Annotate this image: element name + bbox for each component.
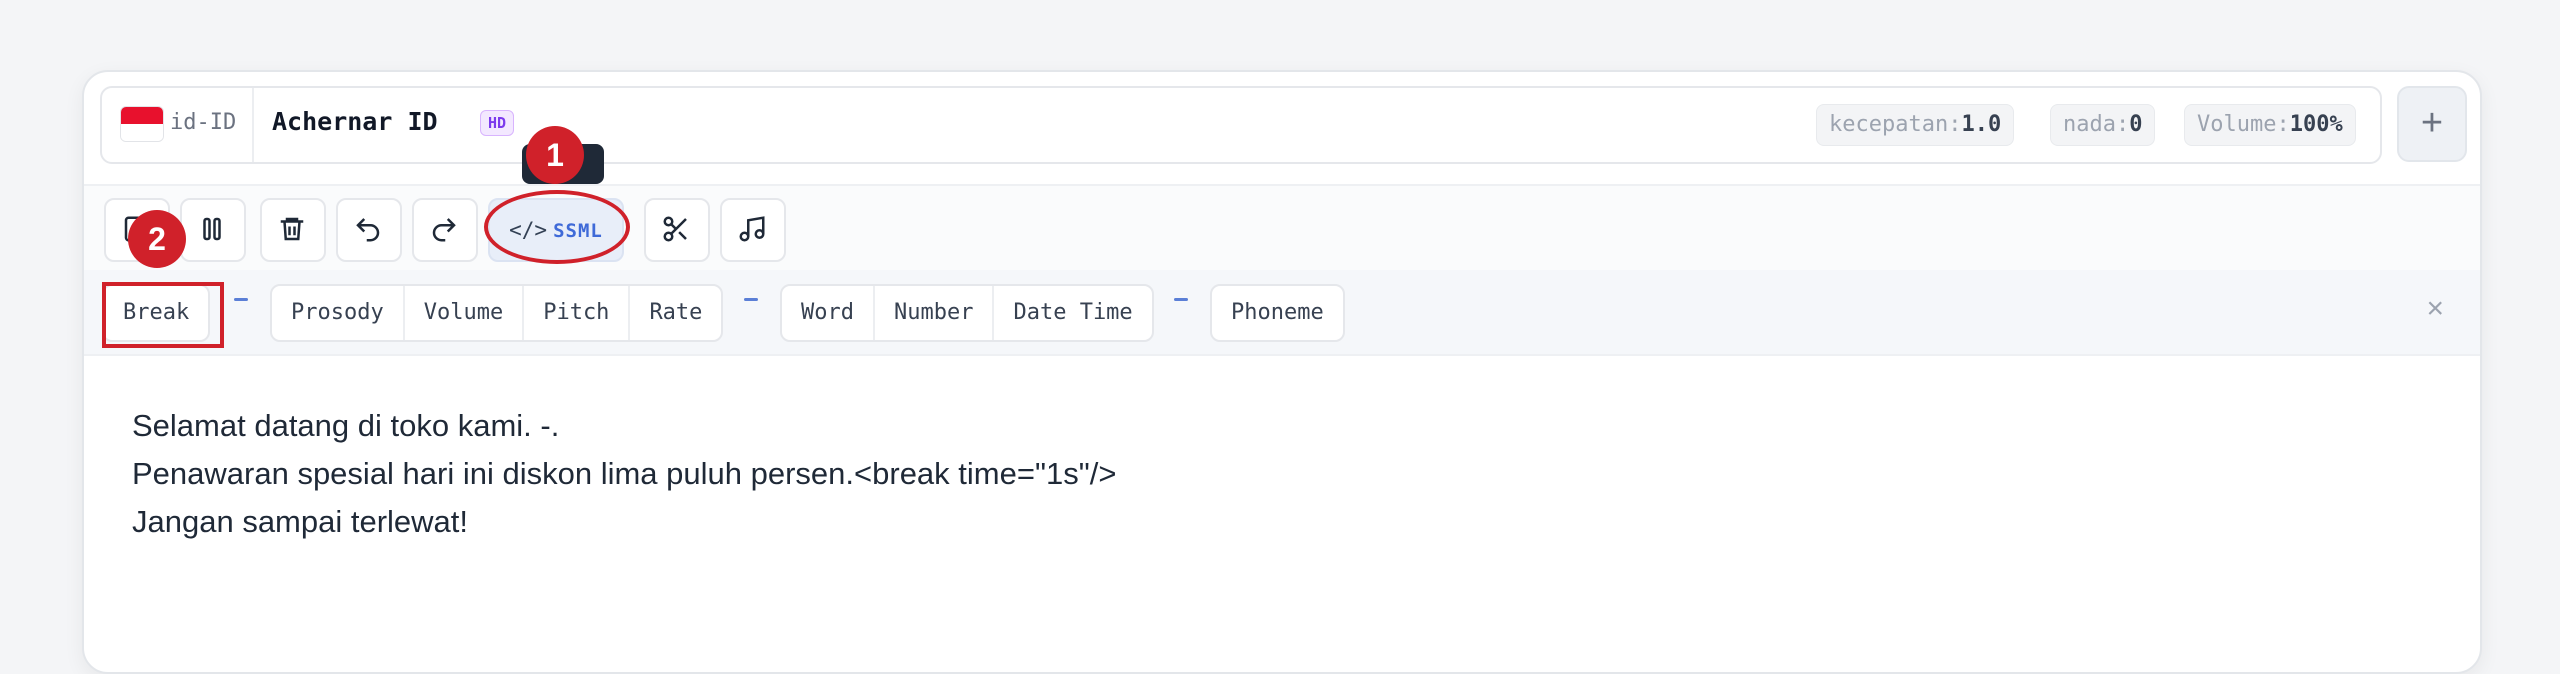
language-code: id-ID xyxy=(170,110,237,135)
chip-pitch[interactable]: Pitch xyxy=(524,286,631,340)
chip-rate[interactable]: Rate xyxy=(630,286,721,340)
chip-prosody[interactable]: Prosody xyxy=(272,286,405,340)
separator xyxy=(744,298,758,301)
redo-button[interactable] xyxy=(412,198,478,262)
text-editor[interactable]: Selamat datang di toko kami. -. Penawara… xyxy=(132,402,1116,546)
close-icon[interactable]: × xyxy=(2426,292,2444,326)
separator xyxy=(234,298,248,301)
editor-line: Jangan sampai terlewat! xyxy=(132,504,469,539)
scissors-icon xyxy=(663,216,687,242)
voice-name[interactable]: Achernar ID xyxy=(272,107,438,136)
ssml-tag-row: Break Prosody Volume Pitch Rate Word Num… xyxy=(84,270,2480,356)
trash-icon xyxy=(280,217,304,241)
chip-phoneme[interactable]: Phoneme xyxy=(1212,286,1343,340)
say-as-group: Word Number Date Time xyxy=(780,284,1154,342)
break-highlight xyxy=(102,282,224,348)
ssml-highlight xyxy=(484,190,630,264)
undo-icon xyxy=(356,218,380,242)
indonesia-flag-icon xyxy=(120,106,164,142)
volume-param[interactable]: Volume:100% xyxy=(2184,104,2356,146)
chip-number[interactable]: Number xyxy=(875,286,995,340)
chip-date-time[interactable]: Date Time xyxy=(994,286,1151,340)
toolbar: </> SSML xyxy=(84,184,2480,272)
chip-volume[interactable]: Volume xyxy=(405,286,525,340)
editor-line: Selamat datang di toko kami. -. xyxy=(132,408,560,443)
redo-icon xyxy=(432,218,456,242)
chip-word[interactable]: Word xyxy=(782,286,875,340)
pause-icon xyxy=(203,217,221,241)
speed-param[interactable]: kecepatan:1.0 xyxy=(1816,104,2015,146)
music-icon xyxy=(739,216,765,242)
phoneme-group: Phoneme xyxy=(1210,284,1345,342)
separator xyxy=(1174,298,1188,301)
pause-button[interactable] xyxy=(180,198,246,262)
delete-button[interactable] xyxy=(260,198,326,262)
language-selector[interactable]: id-ID xyxy=(102,88,254,162)
editor-line: Penawaran spesial hari ini diskon lima p… xyxy=(132,456,1117,491)
voice-header: id-ID Achernar ID HD kecepatan:1.0 nada:… xyxy=(100,86,2382,164)
music-button[interactable] xyxy=(720,198,786,262)
tts-editor-card: id-ID Achernar ID HD kecepatan:1.0 nada:… xyxy=(82,70,2482,674)
prosody-group: Prosody Volume Pitch Rate xyxy=(270,284,724,342)
add-voice-button[interactable]: + xyxy=(2397,86,2467,162)
annotation-marker-1: 1 xyxy=(526,126,584,184)
pitch-param[interactable]: nada:0 xyxy=(2050,104,2156,146)
undo-button[interactable] xyxy=(336,198,402,262)
annotation-marker-2: 2 xyxy=(128,210,186,268)
hd-badge: HD xyxy=(480,110,515,136)
cut-button[interactable] xyxy=(644,198,710,262)
